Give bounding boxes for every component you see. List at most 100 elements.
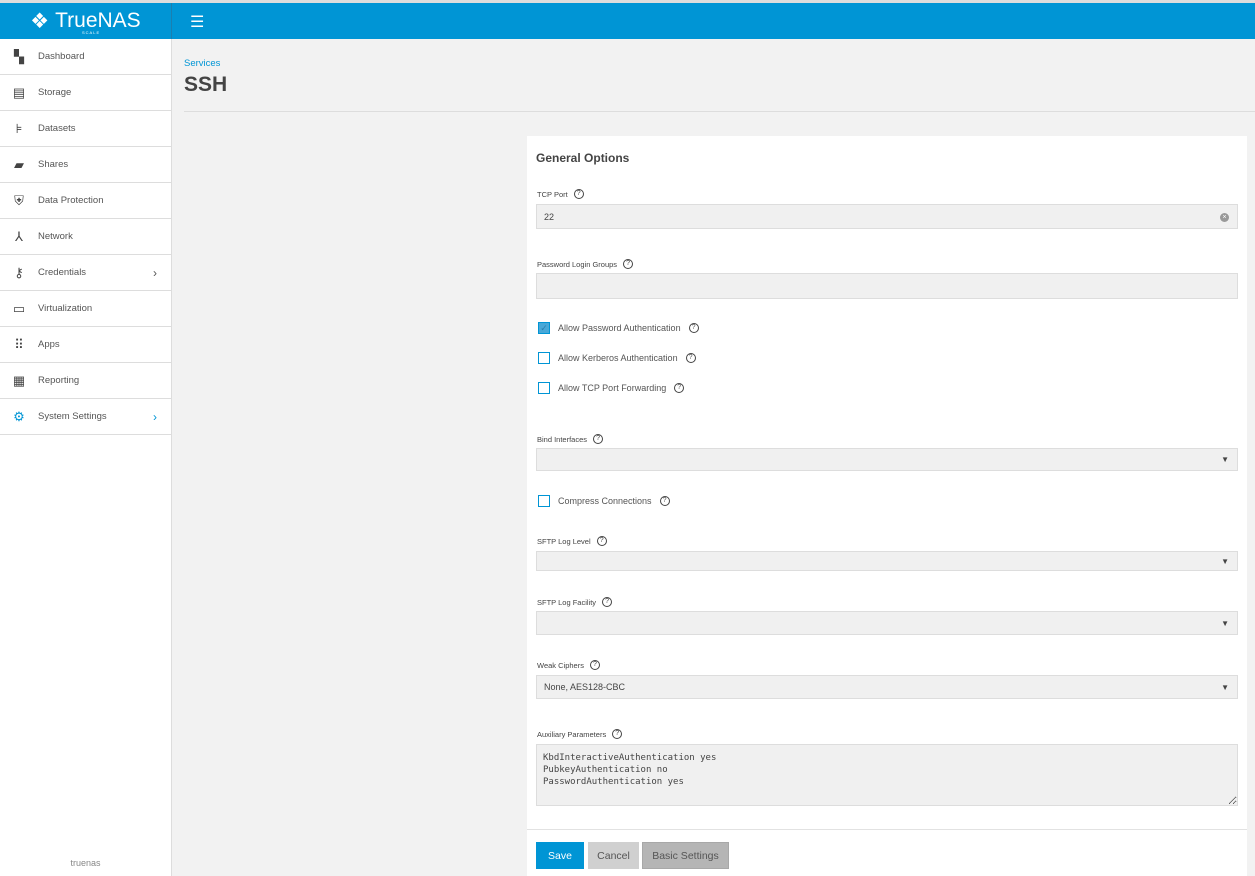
- bind-interfaces-select[interactable]: ▼: [536, 448, 1238, 471]
- sidebar-item-label: Reporting: [38, 375, 80, 386]
- sftp-log-level-label: SFTP Log Level?: [537, 536, 607, 546]
- page-title: SSH: [184, 73, 228, 96]
- checkbox-icon[interactable]: [538, 352, 550, 364]
- password-login-groups-label: Password Login Groups?: [537, 259, 634, 269]
- help-icon[interactable]: ?: [688, 323, 699, 333]
- apps-icon: ⠿: [14, 336, 24, 352]
- sidebar: ▚ Dashboard ▤ Storage ⊧ Datasets ▰ Shares ⛨ D…: [0, 39, 172, 876]
- section-title: General Options: [536, 151, 630, 165]
- sftp-log-facility-select[interactable]: ▼: [536, 611, 1238, 635]
- sidebar-item-storage[interactable]: ▤ Storage: [0, 75, 171, 111]
- tcp-port-label: TCP Port?: [537, 189, 584, 199]
- allow-kerberos-auth-checkbox[interactable]: Allow Kerberos Authentication?: [538, 352, 696, 364]
- weak-ciphers-label: Weak Ciphers?: [537, 660, 600, 670]
- basic-settings-button[interactable]: Basic Settings: [642, 842, 729, 869]
- sidebar-item-label: Dashboard: [38, 51, 85, 62]
- sftp-log-facility-label: SFTP Log Facility?: [537, 597, 613, 607]
- label-text: SFTP Log Facility: [537, 597, 597, 607]
- chevron-right-icon: ›: [153, 265, 157, 280]
- help-icon[interactable]: ?: [593, 434, 604, 444]
- sidebar-item-label: Datasets: [38, 123, 76, 134]
- label-text: SFTP Log Level: [537, 536, 591, 546]
- gear-icon: ⚙: [13, 408, 25, 424]
- label-text: Weak Ciphers: [537, 660, 584, 670]
- sidebar-item-virtualization[interactable]: ▭ Virtualization: [0, 291, 171, 327]
- network-icon: ⅄: [15, 228, 23, 244]
- sidebar-item-dashboard[interactable]: ▚ Dashboard: [0, 39, 171, 75]
- save-button[interactable]: Save: [536, 842, 584, 869]
- top-bar: ❖ TrueNAS SCALE ☰: [0, 3, 1255, 39]
- dropdown-arrow-icon: ▼: [1221, 455, 1229, 464]
- checkbox-icon[interactable]: [538, 495, 550, 507]
- breadcrumb[interactable]: Services: [184, 58, 220, 69]
- checkbox-label: Allow Kerberos Authentication: [558, 353, 678, 363]
- password-login-groups-input[interactable]: [536, 273, 1238, 299]
- sidebar-item-label: Data Protection: [38, 195, 104, 206]
- compress-connections-checkbox[interactable]: Compress Connections?: [538, 495, 670, 507]
- allow-password-auth-checkbox[interactable]: ✓ Allow Password Authentication?: [538, 322, 699, 334]
- sidebar-item-reporting[interactable]: ▦ Reporting: [0, 363, 171, 399]
- checkbox-checked-icon[interactable]: ✓: [538, 322, 550, 334]
- chevron-right-icon: ›: [153, 409, 157, 424]
- bind-interfaces-label: Bind Interfaces?: [537, 434, 604, 444]
- input-value: 22: [544, 211, 555, 222]
- divider: [184, 111, 1255, 112]
- checkbox-label: Compress Connections: [558, 496, 652, 506]
- sidebar-item-data-protection[interactable]: ⛨ Data Protection: [0, 183, 171, 219]
- datasets-icon: ⊧: [15, 120, 23, 136]
- help-icon[interactable]: ?: [612, 729, 623, 739]
- logo-icon: ❖: [30, 9, 50, 33]
- checkbox-label: Allow Password Authentication: [558, 323, 681, 333]
- dropdown-arrow-icon: ▼: [1221, 618, 1229, 628]
- chart-icon: ▦: [12, 372, 26, 388]
- help-icon[interactable]: ?: [685, 353, 696, 363]
- sidebar-item-apps[interactable]: ⠿ Apps: [0, 327, 171, 363]
- help-icon[interactable]: ?: [602, 597, 613, 607]
- label-text: Auxiliary Parameters: [537, 729, 607, 739]
- dropdown-arrow-icon: ▼: [1221, 556, 1229, 566]
- tcp-port-input[interactable]: 22 ×: [536, 204, 1238, 229]
- sidebar-item-label: Network: [38, 231, 73, 242]
- help-icon[interactable]: ?: [623, 259, 634, 269]
- auxiliary-parameters-textarea[interactable]: KbdInteractiveAuthentication yes PubkeyA…: [536, 744, 1238, 806]
- storage-icon: ▤: [12, 84, 26, 100]
- dashboard-icon: ▚: [14, 48, 24, 64]
- dropdown-arrow-icon: ▼: [1221, 682, 1229, 692]
- hamburger-menu-icon[interactable]: ☰: [190, 12, 204, 32]
- sidebar-item-label: System Settings: [38, 411, 107, 422]
- checkbox-icon[interactable]: [538, 382, 550, 394]
- help-icon[interactable]: ?: [659, 496, 670, 506]
- truenas-logo[interactable]: ❖ TrueNAS SCALE: [0, 3, 172, 39]
- help-icon[interactable]: ?: [589, 660, 600, 670]
- key-icon: ⚷: [14, 264, 24, 280]
- sidebar-item-datasets[interactable]: ⊧ Datasets: [0, 111, 171, 147]
- help-icon[interactable]: ?: [573, 189, 584, 199]
- cancel-button[interactable]: Cancel: [588, 842, 639, 869]
- sidebar-item-label: Apps: [38, 339, 60, 350]
- sidebar-item-system-settings[interactable]: ⚙ System Settings ›: [0, 399, 171, 435]
- sidebar-item-label: Virtualization: [38, 303, 93, 314]
- checkbox-label: Allow TCP Port Forwarding: [558, 383, 667, 393]
- sftp-log-level-select[interactable]: ▼: [536, 551, 1238, 571]
- select-value: None, AES128-CBC: [544, 682, 626, 692]
- hostname: truenas: [70, 858, 101, 868]
- help-icon[interactable]: ?: [596, 536, 607, 546]
- weak-ciphers-select[interactable]: None, AES128-CBC ▼: [536, 675, 1238, 699]
- sidebar-item-label: Credentials: [38, 267, 87, 278]
- label-text: TCP Port: [537, 189, 568, 199]
- auxiliary-parameters-label: Auxiliary Parameters?: [537, 729, 623, 739]
- label-text: Bind Interfaces: [537, 434, 588, 444]
- allow-tcp-forwarding-checkbox[interactable]: Allow TCP Port Forwarding?: [538, 382, 685, 394]
- sidebar-item-shares[interactable]: ▰ Shares: [0, 147, 171, 183]
- shares-icon: ▰: [14, 156, 24, 172]
- sidebar-item-credentials[interactable]: ⚷ Credentials ›: [0, 255, 171, 291]
- help-icon[interactable]: ?: [674, 383, 685, 393]
- sidebar-item-label: Shares: [38, 159, 69, 170]
- shield-icon: ⛨: [14, 192, 24, 208]
- brand-sub: SCALE: [82, 30, 101, 35]
- sidebar-item-label: Storage: [38, 87, 72, 98]
- divider: [527, 829, 1247, 830]
- ssh-form-card: General Options TCP Port? 22 × Password L…: [527, 136, 1247, 876]
- clear-icon[interactable]: ×: [1220, 213, 1229, 222]
- sidebar-item-network[interactable]: ⅄ Network: [0, 219, 171, 255]
